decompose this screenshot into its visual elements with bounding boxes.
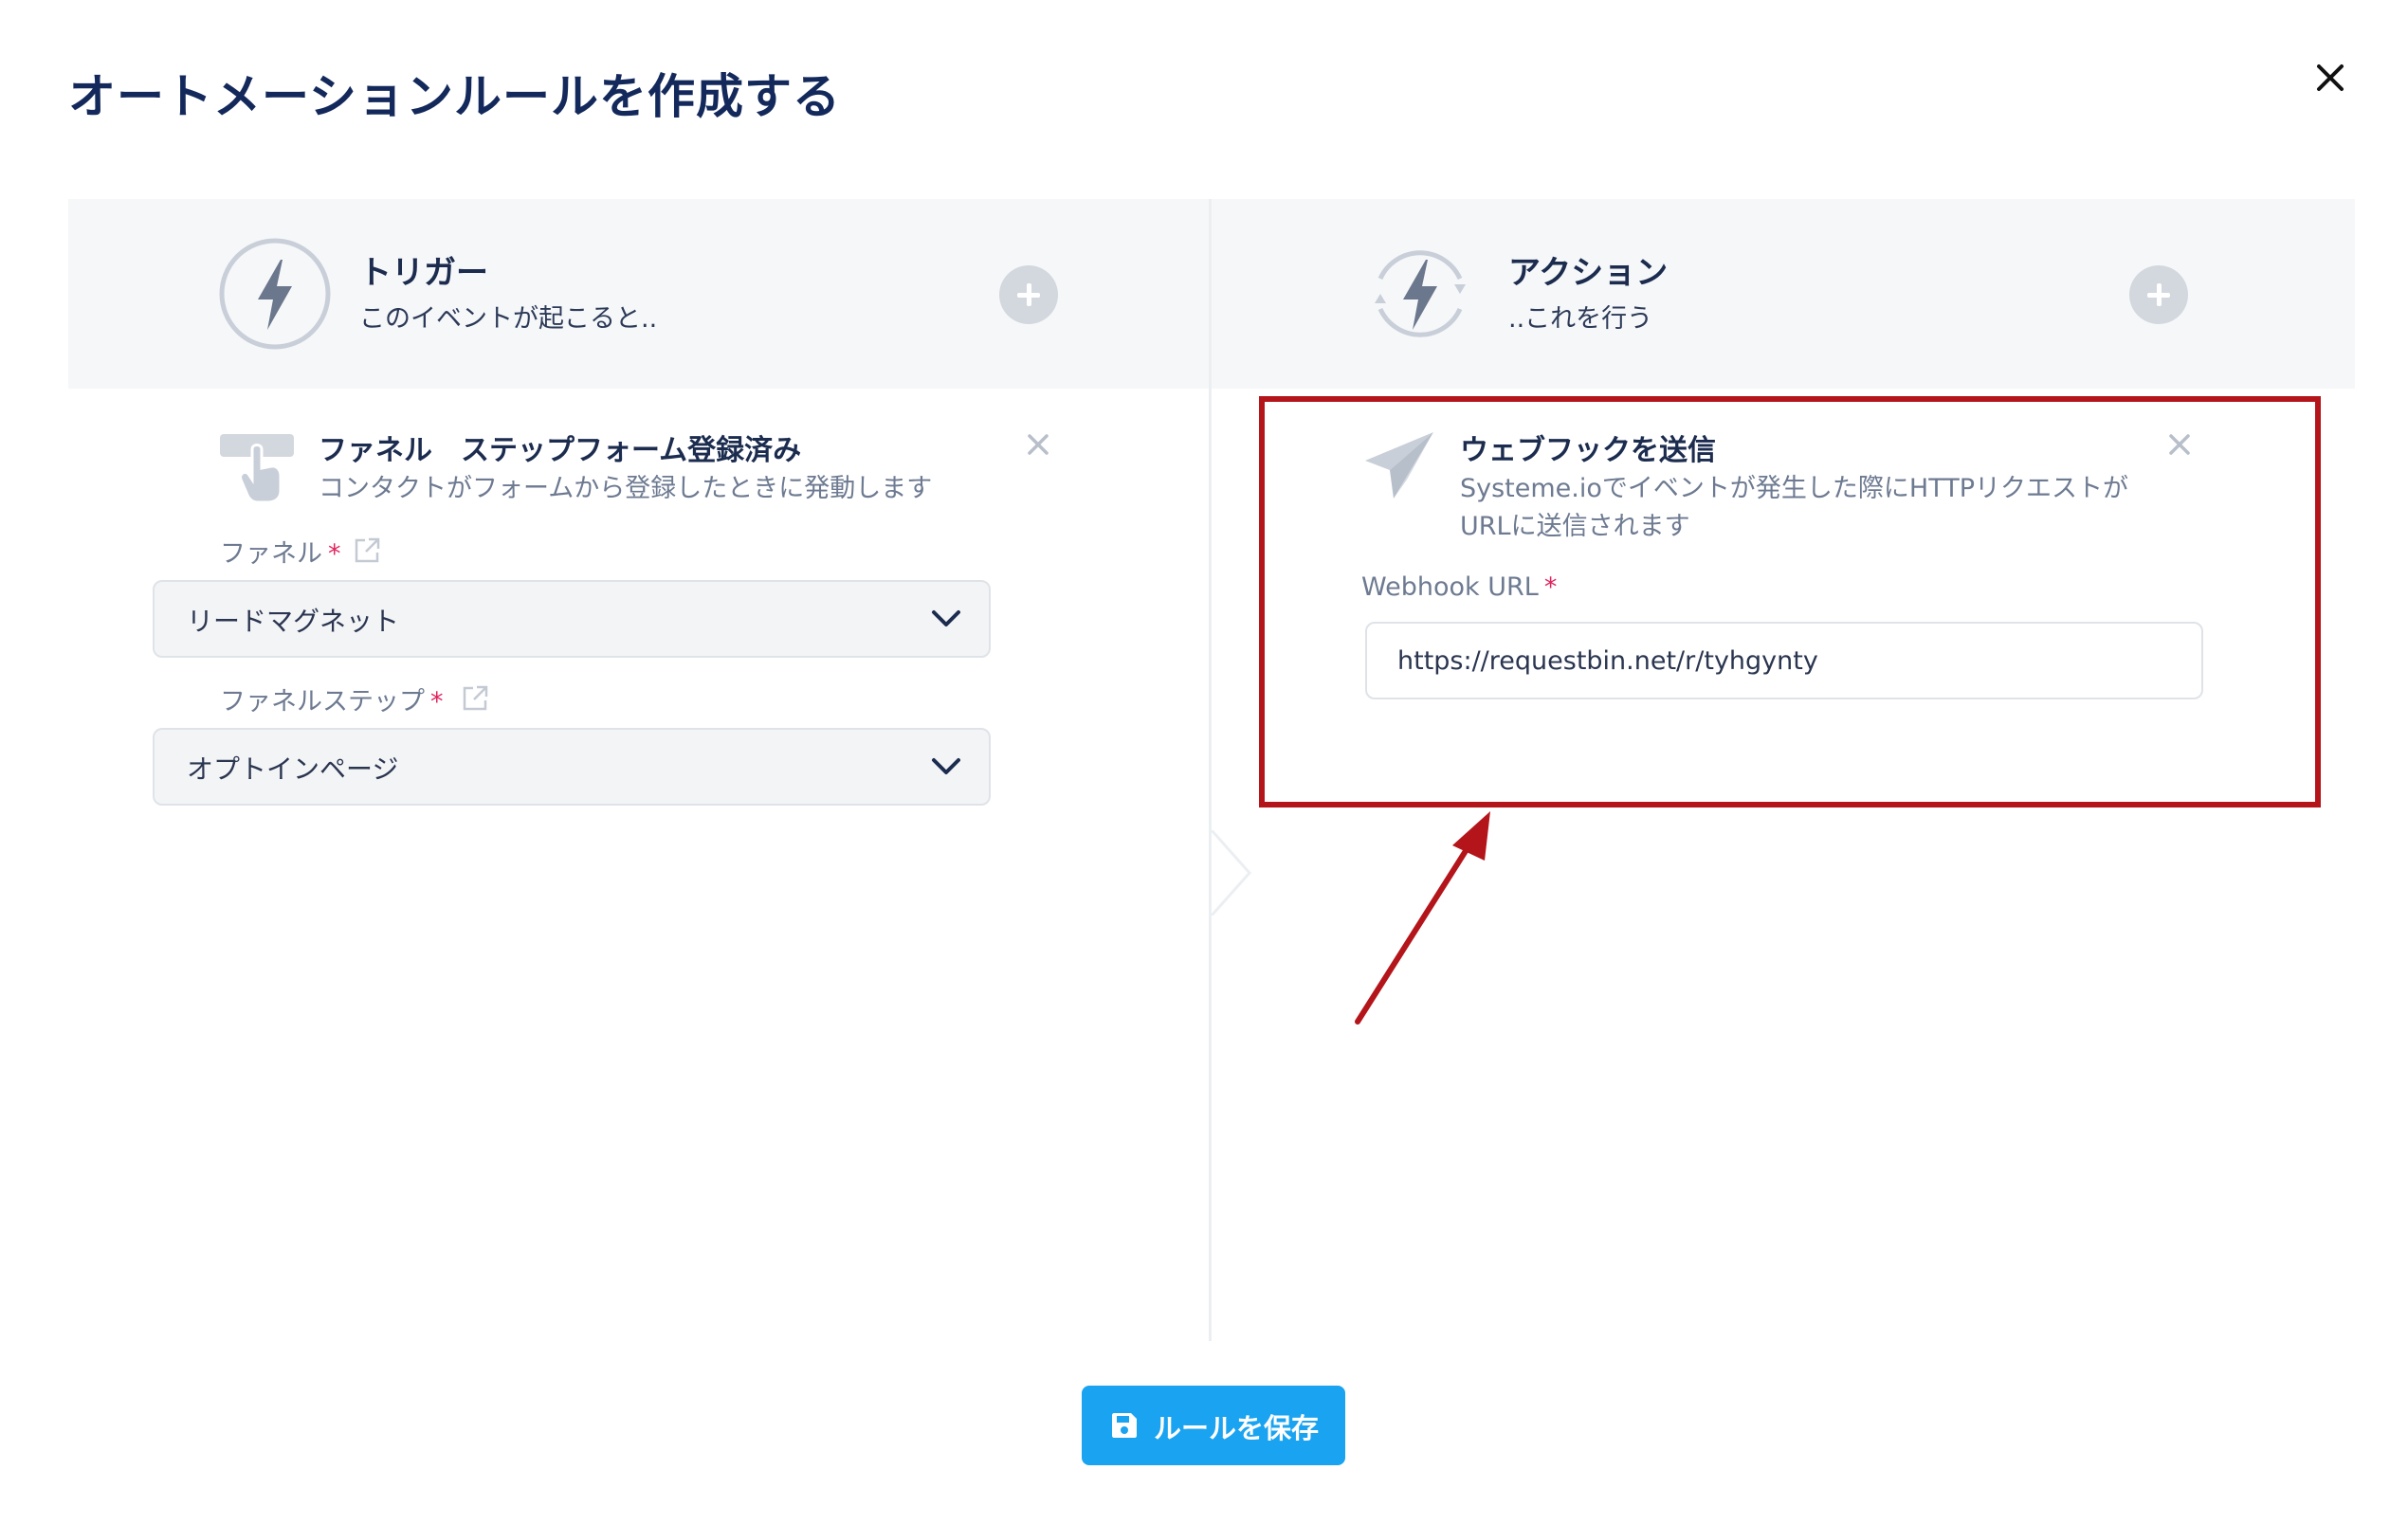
flow-notch <box>1210 829 1253 919</box>
required-mark: * <box>430 687 444 717</box>
modal-title: オートメーションルールを作成する <box>68 69 841 124</box>
trigger-title: トリガー <box>359 254 488 292</box>
trigger-step-description: コンタクトがフォームから登録したときに発動します <box>319 474 933 503</box>
external-link-icon[interactable] <box>353 536 381 565</box>
save-rule-button[interactable]: ルールを保存 <box>1082 1386 1345 1465</box>
create-automation-rule-modal: オートメーションルールを作成する トリガー このイベントが起こると.. アクショ… <box>0 0 2408 1524</box>
funnel-label-text: ファネル <box>220 539 322 569</box>
funnel-select-value: リードマグネット <box>187 606 400 637</box>
chevron-down-icon <box>930 607 962 631</box>
funnel-label: ファネル * <box>220 533 341 570</box>
funnel-step-select-value: オプトインページ <box>187 753 399 785</box>
chevron-down-icon <box>930 754 962 779</box>
funnel-step-select[interactable]: オプトインページ <box>153 728 991 806</box>
remove-trigger-close-icon[interactable] <box>1026 432 1050 457</box>
close-icon[interactable] <box>2311 59 2349 97</box>
lightning-bolt-cycle-icon <box>1363 237 1477 351</box>
trigger-step-title: ファネル ステップフォーム登録済み <box>319 434 802 467</box>
funnel-step-label: ファネルステップ * <box>220 680 444 717</box>
action-subtitle: ..これを行う <box>1508 304 1653 334</box>
lightning-bolt-icon <box>218 237 332 351</box>
trigger-subtitle: このイベントが起こると.. <box>359 304 658 334</box>
column-divider <box>1209 199 1212 1341</box>
save-rule-label: ルールを保存 <box>1154 1412 1320 1444</box>
external-link-icon[interactable] <box>461 684 489 713</box>
floppy-disk-icon <box>1110 1411 1139 1440</box>
hand-pointer-form-icon <box>218 432 298 504</box>
annotation-highlight-box <box>1259 396 2321 807</box>
required-mark: * <box>328 539 341 569</box>
add-trigger-plus-icon[interactable] <box>999 265 1058 324</box>
annotation-arrow <box>1355 811 1490 1025</box>
funnel-step-label-text: ファネルステップ <box>220 687 425 717</box>
add-action-plus-icon[interactable] <box>2129 265 2188 324</box>
trigger-header: トリガー このイベントが起こると.. <box>68 199 1209 389</box>
action-header: アクション ..これを行う <box>1212 199 2355 389</box>
funnel-select[interactable]: リードマグネット <box>153 580 991 658</box>
action-title: アクション <box>1508 254 1669 292</box>
